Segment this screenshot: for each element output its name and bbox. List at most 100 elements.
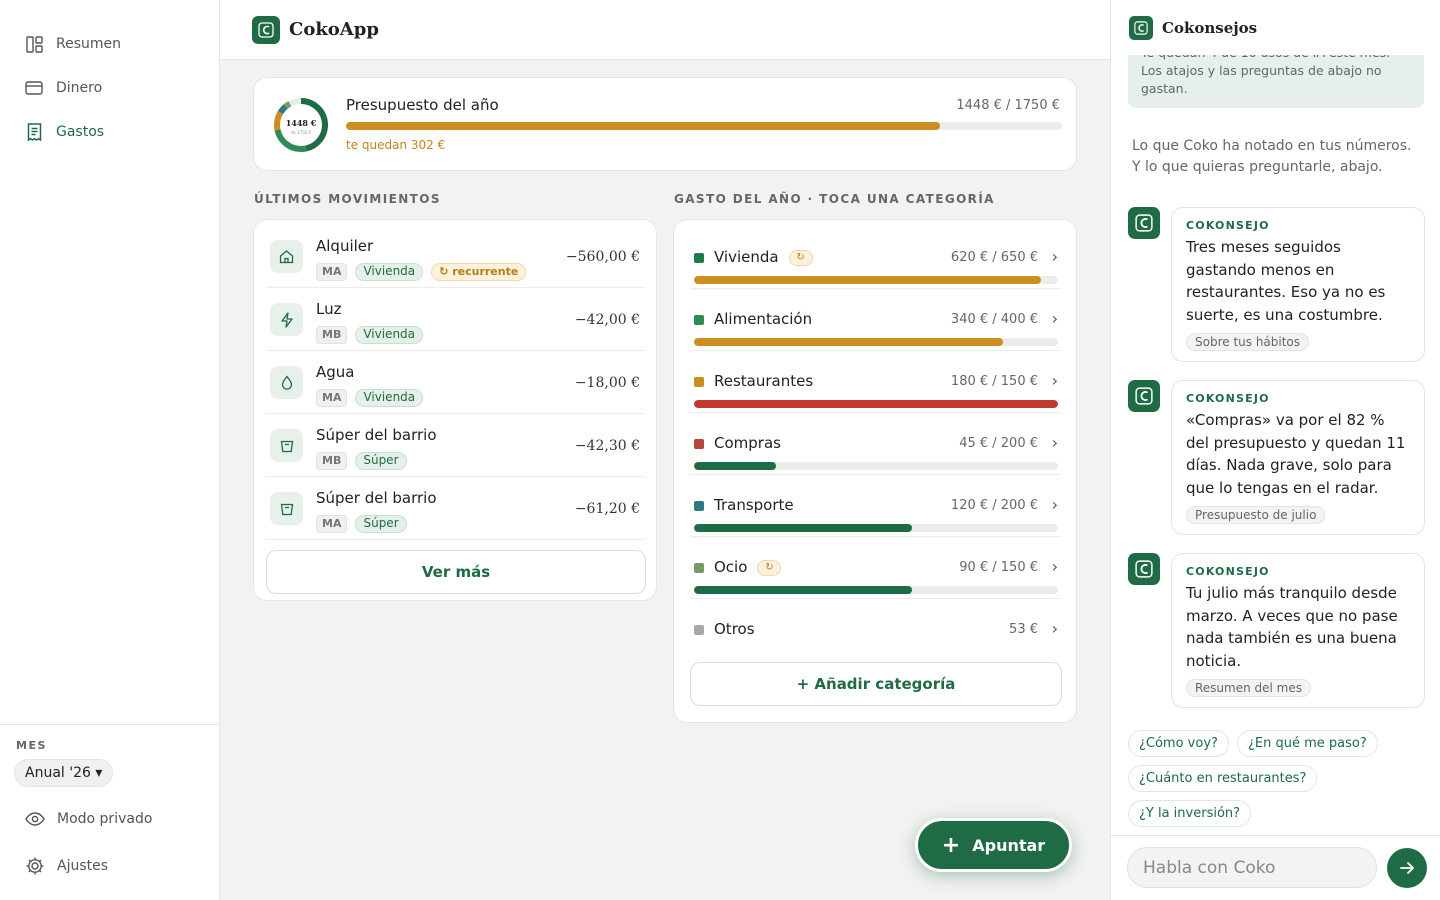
- recurrent-icon: ↻: [788, 249, 813, 266]
- sidebar-item-gastos[interactable]: Gastos: [0, 110, 219, 154]
- movements-section-title: ÚLTIMOS MOVIMIENTOS: [254, 192, 441, 206]
- see-more-button[interactable]: Ver más: [266, 550, 646, 594]
- movement-name: Súper del barrio: [316, 426, 437, 444]
- category-progress-bar: [694, 586, 1058, 594]
- category-row-vivienda[interactable]: Vivienda ↻ 620 € / 650 € ›: [690, 227, 1060, 289]
- category-progress-fill: [694, 400, 1058, 408]
- movement-tags: MA Vivienda: [316, 389, 424, 407]
- suggestion-chip[interactable]: ¿Cuánto en restaurantes?: [1128, 765, 1318, 792]
- category-row-alimentacion[interactable]: Alimentación 340 € / 400 € ›: [690, 289, 1060, 351]
- category-name: Restaurantes: [714, 372, 814, 390]
- tip-topic-tag[interactable]: Presupuesto de julio: [1186, 506, 1326, 525]
- private-mode-toggle[interactable]: Modo privado: [0, 795, 220, 842]
- suggestion-chip[interactable]: ¿Cómo voy?: [1128, 730, 1229, 757]
- category-amount: 120 € / 200 €: [950, 498, 1038, 513]
- movement-row[interactable]: Agua MA Vivienda −18,00 €: [266, 351, 644, 414]
- category-row-compras[interactable]: Compras 45 € / 200 € ›: [690, 413, 1060, 475]
- recurrent-icon: ↻: [757, 559, 782, 576]
- panel-logo-icon: [1129, 15, 1153, 40]
- movement-tags: MB Súper: [316, 452, 407, 470]
- category-progress-bar: [694, 276, 1058, 284]
- movement-row[interactable]: Luz MB Vivienda −42,00 €: [266, 288, 644, 351]
- add-entry-button[interactable]: + Apuntar: [915, 818, 1072, 872]
- movement-amount: −42,00 €: [574, 312, 640, 328]
- category-amount: 340 € / 400 €: [950, 312, 1038, 327]
- sidebar: Resumen Dinero Gastos MES Anual '26 ▾ Mo…: [0, 0, 220, 900]
- category-row-restaurantes[interactable]: Restaurantes 180 € / 150 € ›: [690, 351, 1060, 413]
- category-progress-bar: [694, 338, 1058, 346]
- category-row-ocio[interactable]: Ocio ↻ 90 € / 150 € ›: [690, 537, 1060, 599]
- movement-amount: −61,20 €: [574, 501, 640, 517]
- movement-amount: −560,00 €: [565, 249, 640, 265]
- category-name: Vivienda: [714, 248, 779, 266]
- movement-tags: MA Vivienda ↻ recurrente: [316, 263, 527, 281]
- suggestion-chip[interactable]: ¿En qué me paso?: [1237, 730, 1378, 757]
- sidebar-item-label: Dinero: [56, 80, 103, 96]
- category-name-wrap: Transporte: [714, 496, 794, 514]
- tip-label: COKONSEJO: [1186, 392, 1270, 405]
- movement-tags: MA Súper: [316, 515, 407, 533]
- tip-text: Tres meses seguidos gastando menos en re…: [1186, 238, 1386, 324]
- drop-icon: [270, 366, 303, 399]
- annual-budget-card[interactable]: 1448 € de 1750 € Presupuesto del año 144…: [253, 77, 1077, 171]
- movement-owner-badge: MB: [316, 326, 348, 344]
- movement-owner-badge: MA: [316, 263, 348, 281]
- movement-row[interactable]: Súper del barrio MB Súper −42,30 €: [266, 414, 644, 477]
- eye-icon: [25, 809, 45, 829]
- movement-category-tag: Súper: [355, 515, 407, 533]
- donut-center-sub: de 1750 €: [291, 130, 312, 135]
- send-button[interactable]: [1387, 848, 1427, 888]
- chat-input-bar: [1111, 835, 1440, 900]
- movement-name: Súper del barrio: [316, 489, 437, 507]
- movement-row[interactable]: Alquiler MA Vivienda ↻ recurrente −560,0…: [266, 225, 644, 288]
- sidebar-item-dinero[interactable]: Dinero: [0, 66, 219, 110]
- chevron-right-icon: ›: [1051, 247, 1058, 266]
- category-name-wrap: Vivienda ↻: [714, 248, 813, 266]
- category-amount: 180 € / 150 €: [950, 374, 1038, 389]
- panel-header: Cokonsejos: [1111, 0, 1440, 55]
- recurrent-badge: ↻ recurrente: [431, 263, 527, 281]
- panel-title: Cokonsejos: [1162, 18, 1258, 37]
- tip-bubble: COKONSEJO Tu julio más tranquilo desde m…: [1171, 553, 1425, 709]
- tip-label: COKONSEJO: [1186, 219, 1270, 232]
- budget-progress-fill: [346, 122, 941, 130]
- sidebar-item-label: Resumen: [56, 36, 122, 52]
- category-progress-bar: [694, 524, 1058, 532]
- movement-owner-badge: MA: [316, 515, 348, 533]
- plus-icon: +: [941, 832, 961, 858]
- home-icon: [270, 240, 303, 273]
- suggestion-chip[interactable]: ¿Y la inversión?: [1128, 800, 1252, 827]
- chevron-right-icon: ›: [1051, 619, 1058, 638]
- movement-name: Alquiler: [316, 237, 374, 255]
- category-progress-fill: [694, 524, 913, 532]
- category-amount: 53 €: [1009, 622, 1038, 637]
- category-progress-bar: [694, 400, 1058, 408]
- category-name: Otros: [714, 620, 755, 638]
- app-title: CokoApp: [289, 19, 379, 40]
- sidebar-item-resumen[interactable]: Resumen: [0, 22, 219, 66]
- movement-name: Agua: [316, 363, 355, 381]
- category-row-transporte[interactable]: Transporte 120 € / 200 € ›: [690, 475, 1060, 537]
- categories-section-title: GASTO DEL AÑO · TOCA UNA CATEGORÍA: [674, 192, 995, 206]
- category-progress-fill: [694, 276, 1042, 284]
- movement-name: Luz: [316, 300, 342, 318]
- card-icon: [25, 79, 43, 97]
- add-category-button[interactable]: + Añadir categoría: [690, 662, 1062, 706]
- settings-link[interactable]: Ajustes: [0, 842, 220, 889]
- month-select[interactable]: Anual '26 ▾: [14, 759, 114, 787]
- category-progress-bar: [694, 462, 1058, 470]
- app-logo-icon: [252, 15, 280, 44]
- receipt-icon: [25, 123, 43, 141]
- category-color-dot: [694, 439, 704, 449]
- chat-input[interactable]: [1127, 847, 1377, 888]
- tip-topic-tag[interactable]: Sobre tus hábitos: [1186, 333, 1310, 352]
- movement-category-tag: Vivienda: [355, 326, 424, 344]
- category-progress-fill: [694, 586, 913, 594]
- movement-tags: MB Vivienda: [316, 326, 424, 344]
- category-row-otros[interactable]: Otros 53 € ›: [690, 599, 1060, 639]
- cokonsejos-panel: Te quedan 4 de 10 usos de IA este mes. L…: [1110, 0, 1440, 900]
- budget-title: Presupuesto del año: [346, 96, 499, 114]
- tip-topic-tag[interactable]: Resumen del mes: [1186, 679, 1312, 698]
- movement-row[interactable]: Súper del barrio MA Súper −61,20 €: [266, 477, 644, 540]
- category-progress-fill: [694, 462, 776, 470]
